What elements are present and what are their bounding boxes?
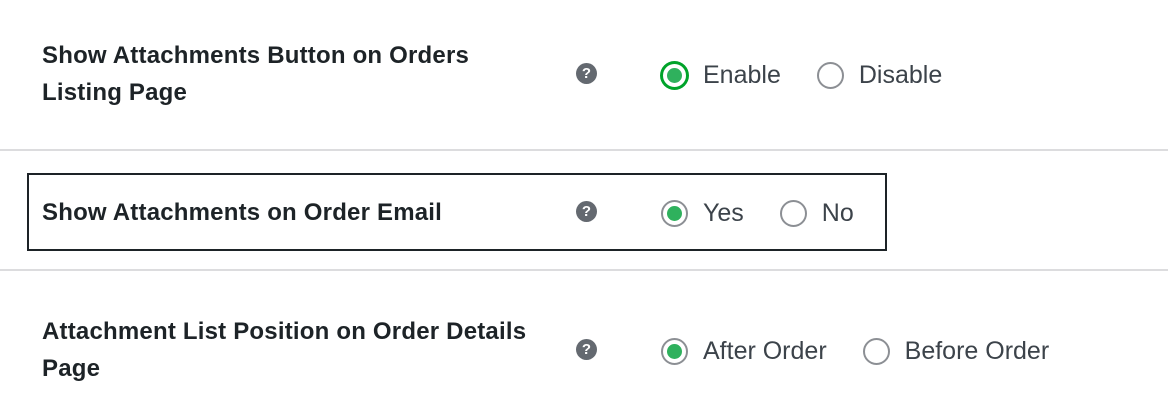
help-icon[interactable]: ?: [576, 63, 597, 84]
radio-before-order[interactable]: [862, 337, 890, 365]
radio-disable[interactable]: [816, 61, 844, 89]
radio-option-before-order[interactable]: Before Order: [862, 333, 1050, 369]
radio-group-list-position: After Order Before Order: [661, 333, 1085, 369]
radio-checked-dot: [667, 205, 682, 221]
help-icon[interactable]: ?: [576, 201, 597, 222]
setting-label-attachments-button: Show Attachments Button on Orders Listin…: [42, 42, 470, 106]
radio-option-yes[interactable]: Yes: [661, 195, 744, 231]
radio-option-no[interactable]: No: [779, 195, 854, 231]
radio-label-yes: Yes: [703, 199, 744, 227]
help-icon[interactable]: ?: [576, 339, 597, 360]
radio-after-order[interactable]: [661, 337, 688, 365]
settings-panel: Show Attachments Button on Orders Listin…: [0, 0, 1168, 414]
radio-label-disable: Disable: [858, 61, 943, 89]
radio-option-enable[interactable]: Enable: [661, 57, 781, 93]
setting-row-list-position: Attachment List Position on Order Detail…: [0, 271, 1168, 414]
radio-option-disable[interactable]: Disable: [816, 57, 943, 93]
radio-enable[interactable]: [661, 61, 688, 89]
radio-label-after-order: After Order: [703, 337, 827, 365]
setting-row-order-email: Show Attachments on Order Email ? Yes No: [0, 151, 1168, 269]
radio-option-after-order[interactable]: After Order: [661, 333, 827, 369]
radio-label-no: No: [821, 199, 854, 227]
radio-label-enable: Enable: [703, 61, 781, 89]
radio-label-before-order: Before Order: [904, 337, 1050, 365]
radio-group-attachments-button: Enable Disable: [661, 57, 978, 93]
setting-label-list-position: Attachment List Position on Order Detail…: [42, 318, 527, 382]
radio-no[interactable]: [779, 199, 807, 227]
setting-row-attachments-button: Show Attachments Button on Orders Listin…: [0, 0, 1168, 150]
radio-checked-dot: [667, 67, 682, 83]
radio-group-order-email: Yes No: [661, 195, 890, 231]
radio-checked-dot: [667, 343, 682, 359]
setting-label-order-email: Show Attachments on Order Email: [42, 199, 443, 226]
radio-yes[interactable]: [661, 199, 688, 227]
